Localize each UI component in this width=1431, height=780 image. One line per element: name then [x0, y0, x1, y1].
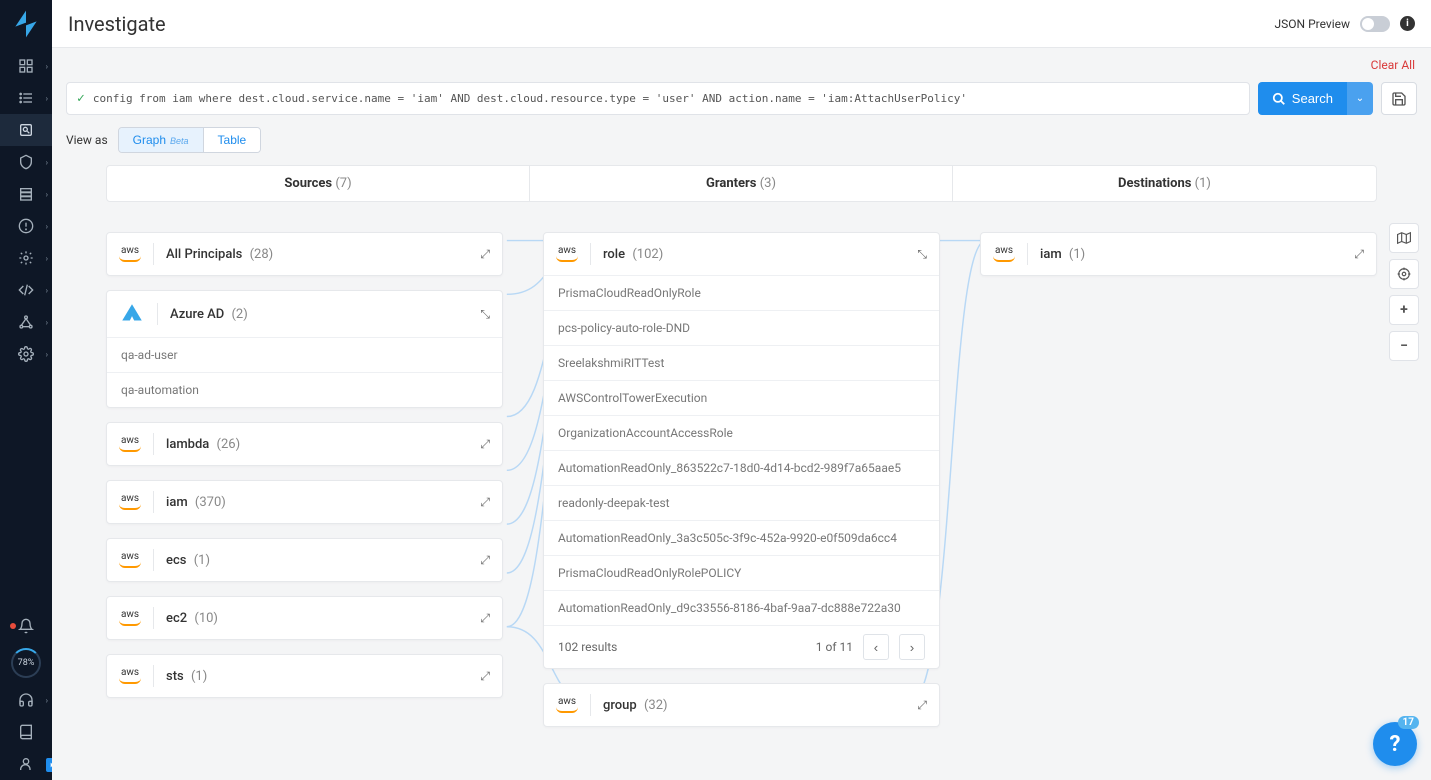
expand-icon[interactable]: ⤢: [480, 247, 490, 262]
aws-icon: aws: [119, 246, 141, 262]
json-preview-label: JSON Preview: [1275, 17, 1350, 31]
aws-icon: aws: [119, 552, 141, 568]
clear-all-link[interactable]: Clear All: [1371, 58, 1415, 72]
column-header-granters: Granters (3): [530, 166, 953, 201]
aws-icon: aws: [119, 494, 141, 510]
query-text: config from iam where dest.cloud.service…: [93, 92, 967, 105]
nav-settings[interactable]: ›: [0, 338, 52, 370]
granters-column: aws role (102) ⤡ PrismaCloudReadOnlyRole…: [543, 232, 940, 741]
tab-graph[interactable]: GraphBeta: [119, 128, 203, 152]
list-item[interactable]: readonly-deepak-test: [544, 485, 939, 520]
map-view-button[interactable]: [1389, 223, 1419, 253]
list-item[interactable]: PrismaCloudReadOnlyRole: [544, 275, 939, 310]
nav-book[interactable]: [0, 716, 52, 748]
help-badge: 17: [1398, 716, 1419, 729]
source-card[interactable]: aws lambda (26) ⤢: [106, 422, 503, 466]
tab-table[interactable]: Table: [203, 128, 261, 152]
zoom-out-button[interactable]: −: [1389, 331, 1419, 361]
nav-notifications[interactable]: [0, 610, 52, 642]
source-card[interactable]: Azure AD (2) ⤡ qa-ad-user qa-automation: [106, 290, 503, 408]
granter-card[interactable]: aws group (32) ⤢: [543, 683, 940, 727]
aws-icon: aws: [119, 610, 141, 626]
list-item[interactable]: PrismaCloudReadOnlyRolePOLICY: [544, 555, 939, 590]
aws-icon: aws: [556, 246, 578, 262]
source-card[interactable]: aws ec2 (10) ⤢: [106, 596, 503, 640]
destinations-column: aws iam (1) ⤢: [980, 232, 1377, 290]
list-item[interactable]: AWSControlTowerExecution: [544, 380, 939, 415]
nav-profile[interactable]: ›: [0, 748, 52, 780]
expand-icon[interactable]: ⤢: [1354, 247, 1364, 262]
query-valid-icon: ✓: [77, 91, 85, 106]
nav-gear[interactable]: ›: [0, 242, 52, 274]
help-button[interactable]: ? 17: [1373, 722, 1417, 766]
source-card[interactable]: aws sts (1) ⤢: [106, 654, 503, 698]
topbar: Investigate JSON Preview i: [52, 0, 1431, 48]
nav-code[interactable]: ›: [0, 274, 52, 306]
expand-icon[interactable]: ⤢: [917, 698, 927, 713]
json-preview-toggle[interactable]: [1360, 16, 1390, 32]
source-card[interactable]: aws iam (370) ⤢: [106, 480, 503, 524]
collapse-icon[interactable]: ⤡: [917, 247, 927, 262]
expand-icon[interactable]: ⤢: [480, 611, 490, 626]
destination-card[interactable]: aws iam (1) ⤢: [980, 232, 1377, 276]
nav-support[interactable]: ›: [0, 684, 52, 716]
nav-network[interactable]: ›: [0, 306, 52, 338]
list-item[interactable]: AutomationReadOnly_863522c7-18d0-4d14-bc…: [544, 450, 939, 485]
column-header-sources: Sources (7): [107, 166, 530, 201]
granter-card[interactable]: aws role (102) ⤡ PrismaCloudReadOnlyRole…: [543, 232, 940, 669]
nav-dashboard[interactable]: ›: [0, 50, 52, 82]
info-icon[interactable]: i: [1400, 16, 1415, 31]
search-button-label: Search: [1292, 91, 1333, 106]
aws-icon: aws: [556, 697, 578, 713]
next-page-button[interactable]: ›: [899, 634, 925, 660]
prev-page-button[interactable]: ‹: [863, 634, 889, 660]
save-button[interactable]: [1381, 82, 1417, 115]
graph-controls: + −: [1389, 223, 1419, 361]
logo: [10, 8, 42, 40]
nav-alert[interactable]: ›: [0, 210, 52, 242]
nav-shield[interactable]: ›: [0, 146, 52, 178]
page-indicator: 1 of 11: [816, 640, 853, 654]
nav-list[interactable]: ›: [0, 82, 52, 114]
source-card[interactable]: aws All Principals (28) ⤢: [106, 232, 503, 276]
sources-column: aws All Principals (28) ⤢ Azure AD (2): [106, 232, 503, 712]
expand-icon[interactable]: ⤢: [480, 437, 490, 452]
list-item[interactable]: qa-automation: [107, 372, 502, 407]
aws-icon: aws: [993, 246, 1015, 262]
notification-dot-icon: [10, 623, 16, 629]
nav-stack[interactable]: ›: [0, 178, 52, 210]
search-dropdown-button[interactable]: ⌄: [1347, 82, 1373, 115]
view-as-label: View as: [66, 133, 108, 147]
aws-icon: aws: [119, 668, 141, 684]
expand-icon[interactable]: ⤢: [480, 495, 490, 510]
source-card[interactable]: aws ecs (1) ⤢: [106, 538, 503, 582]
page-title: Investigate: [68, 12, 166, 36]
zoom-in-button[interactable]: +: [1389, 295, 1419, 325]
collapse-icon[interactable]: ⤡: [480, 307, 490, 322]
expand-icon[interactable]: ⤢: [480, 553, 490, 568]
sidebar: › › › › › › › › › 78% › ›: [0, 0, 52, 780]
query-input[interactable]: ✓ config from iam where dest.cloud.servi…: [66, 82, 1250, 115]
azure-ad-icon: [119, 301, 145, 327]
search-button[interactable]: Search: [1258, 82, 1347, 115]
list-item[interactable]: SreelakshmiRITTest: [544, 345, 939, 380]
expand-icon[interactable]: ⤢: [480, 669, 490, 684]
nav-investigate[interactable]: [0, 114, 52, 146]
column-header-destinations: Destinations (1): [953, 166, 1376, 201]
aws-icon: aws: [119, 436, 141, 452]
list-item[interactable]: AutomationReadOnly_d9c33556-8186-4baf-9a…: [544, 590, 939, 625]
list-item[interactable]: qa-ad-user: [107, 337, 502, 372]
results-count: 102 results: [558, 640, 617, 654]
list-item[interactable]: OrganizationAccountAccessRole: [544, 415, 939, 450]
list-item[interactable]: AutomationReadOnly_3a3c505c-3f9c-452a-99…: [544, 520, 939, 555]
center-button[interactable]: [1389, 259, 1419, 289]
list-item[interactable]: pcs-policy-auto-role-DND: [544, 310, 939, 345]
usage-gauge: 78%: [11, 648, 41, 678]
